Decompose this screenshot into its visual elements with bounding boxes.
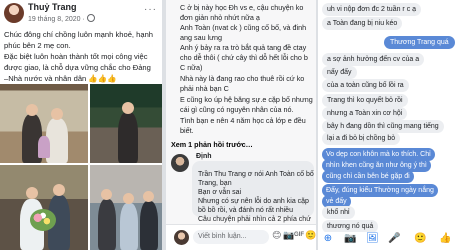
thread-line: phải nhà bạn C — [180, 84, 229, 93]
outgoing-message: cũng chỉ cần bên bé gặp đi — [322, 170, 414, 183]
thread-line: Nhà này là đang rao cho thuê rồi cứ ko — [180, 74, 305, 83]
thread-line: C ở bị này học Đh vs e, cậu chuyện ko — [180, 3, 304, 12]
incoming-message: a sợ ảnh hưởng đến cv của a — [322, 53, 425, 66]
incoming-message: a Toàn đang bị niu kéo — [322, 17, 403, 30]
gallery-icon[interactable]: 🖼 — [366, 233, 379, 245]
person-head — [122, 102, 134, 114]
incoming-message: nhưng a Toàn xin cơ hội — [322, 107, 408, 120]
more-options-icon[interactable]: ··· — [144, 4, 157, 15]
post-text-line: Đặc biệt luôn hoàn thành tốt mọi công vi… — [4, 52, 148, 61]
incoming-message: khổ nhỉ — [322, 206, 355, 219]
thread-line: C nữa) — [180, 63, 203, 72]
comment-composer: Viết bình luận... 😊 📷 GIF 🙂 — [166, 224, 316, 250]
facebook-post: Thuỷ Trang 19 tháng 8, 2020 · ··· Chúc đ… — [0, 0, 162, 250]
incoming-message: của a toàn cũng bố lồi ra — [322, 79, 409, 92]
thread-line: biết. — [180, 126, 194, 135]
incoming-message: uh vi nộp đơn đc 2 tuần r c ạ — [322, 3, 422, 16]
bouquet-image — [30, 209, 56, 231]
post-photo[interactable] — [90, 165, 162, 250]
person-figure — [120, 203, 138, 250]
my-avatar — [174, 230, 189, 245]
post-text-line: phúc bên 2 mẹ con. — [4, 41, 71, 50]
outgoing-message: Thương Trang quá — [384, 36, 455, 49]
camera-icon[interactable]: 📷 — [283, 230, 294, 241]
comment-input[interactable]: Viết bình luận... — [193, 230, 269, 244]
post-photo-grid — [0, 84, 162, 250]
thumbs-up-icon[interactable]: 👍 — [439, 233, 451, 245]
post-text-line: được giao, là chỗ dựa vững chắc cho Đảng — [4, 63, 151, 72]
gif-icon[interactable]: GIF — [294, 232, 304, 238]
comment-line: Trang, bạn — [198, 180, 232, 187]
incoming-message: nấy đấy — [322, 66, 357, 79]
post-header: Thuỷ Trang 19 tháng 8, 2020 · ··· — [0, 0, 162, 28]
post-photo[interactable] — [0, 165, 88, 250]
globe-icon — [86, 14, 95, 22]
comment-line: bồ bồ rồi, và đánh nó rất nhiều — [198, 207, 293, 214]
comment-line: Câu chuyện phải nhìn cả 2 phía chứ — [198, 216, 311, 223]
person-head — [101, 189, 112, 200]
thread-line: Anh Toàn (nvat ck ) cũng cố bố, và đinh — [180, 23, 307, 32]
thread-line: Anh ý bảy ra ra trò bắt quả tang đề ctay — [180, 43, 307, 52]
person-figure — [98, 199, 116, 250]
post-author-name[interactable]: Thuỷ Trang — [28, 2, 77, 12]
thread-line: đơn giản nhỏ nhứt nữa ạ — [180, 13, 260, 22]
post-text: Chúc đông chí chồng luôn mạnh khoẻ, hạnh… — [0, 28, 162, 84]
plus-icon[interactable]: ⊕ — [322, 233, 334, 245]
author-avatar[interactable] — [4, 3, 24, 23]
sticker-icon[interactable]: 🙂 — [305, 230, 316, 241]
emoji-icon[interactable]: 🙂 — [414, 233, 426, 245]
thread-line: cho dễ thôi ( chứ cây thì dỗ hết lỗi cho… — [180, 53, 308, 62]
person-figure — [118, 112, 138, 163]
post-text-line: –Nhà nước và nhân dân 👍👍👍 — [4, 74, 117, 83]
person-head — [26, 187, 38, 199]
mic-icon[interactable]: 🎤 — [388, 233, 400, 245]
person-head — [53, 184, 65, 196]
comment-line: Bạn ơ vẫn sai — [198, 189, 242, 196]
view-previous-replies-link[interactable]: Xem 1 phản hồi trước… — [171, 140, 253, 149]
emoji-icon[interactable]: 😊 — [272, 230, 281, 241]
person-head — [26, 104, 38, 116]
camera-icon[interactable]: 📷 — [344, 233, 356, 245]
post-photo[interactable] — [90, 84, 162, 163]
incoming-message: lại a đi bỏ bị chồng bỏ — [322, 132, 401, 145]
post-photo[interactable] — [0, 84, 88, 163]
post-date-row: 19 tháng 8, 2020 · — [28, 14, 95, 23]
child-figure — [38, 136, 50, 158]
post-date[interactable]: 19 tháng 8, 2020 — [28, 16, 81, 23]
thread-line: Tình bạn e nên 4 năm học cả lớp e đều — [180, 116, 306, 125]
commenter-name[interactable]: Định — [196, 153, 212, 160]
post-text-line: Chúc đông chí chồng luôn mạnh khoẻ, hạnh — [4, 30, 154, 39]
thread-line: E cũng ko úp hệ băng sự.e cặp bố nhưng — [180, 95, 313, 104]
comment-line: Trần Thu Trang ơ nói Anh Toàn cố bố — [198, 171, 314, 178]
commenter-avatar[interactable] — [171, 154, 189, 172]
chat-toolbar: ⊕ 📷 🖼 🎤 🙂 👍 — [318, 232, 457, 250]
thread-line: ang sau lưng — [180, 33, 222, 42]
person-head — [143, 191, 154, 202]
incoming-message: Trang thì ko quyết bỏ rồi — [322, 94, 408, 107]
comment-line: Nhưng có sự nên lỗi do anh kia cặp — [198, 198, 309, 205]
chat-conversation: uh vi nộp đơn đc 2 tuần r c ạ a Toàn đan… — [318, 0, 457, 250]
thread-line: cái gì cũng có nguyên nhân của nó. — [180, 105, 294, 114]
person-head — [51, 108, 63, 120]
person-figure — [140, 201, 158, 250]
person-head — [123, 193, 134, 204]
comment-thread: C ở bị này học Đh vs e, cậu chuyện ko đơ… — [166, 0, 316, 250]
